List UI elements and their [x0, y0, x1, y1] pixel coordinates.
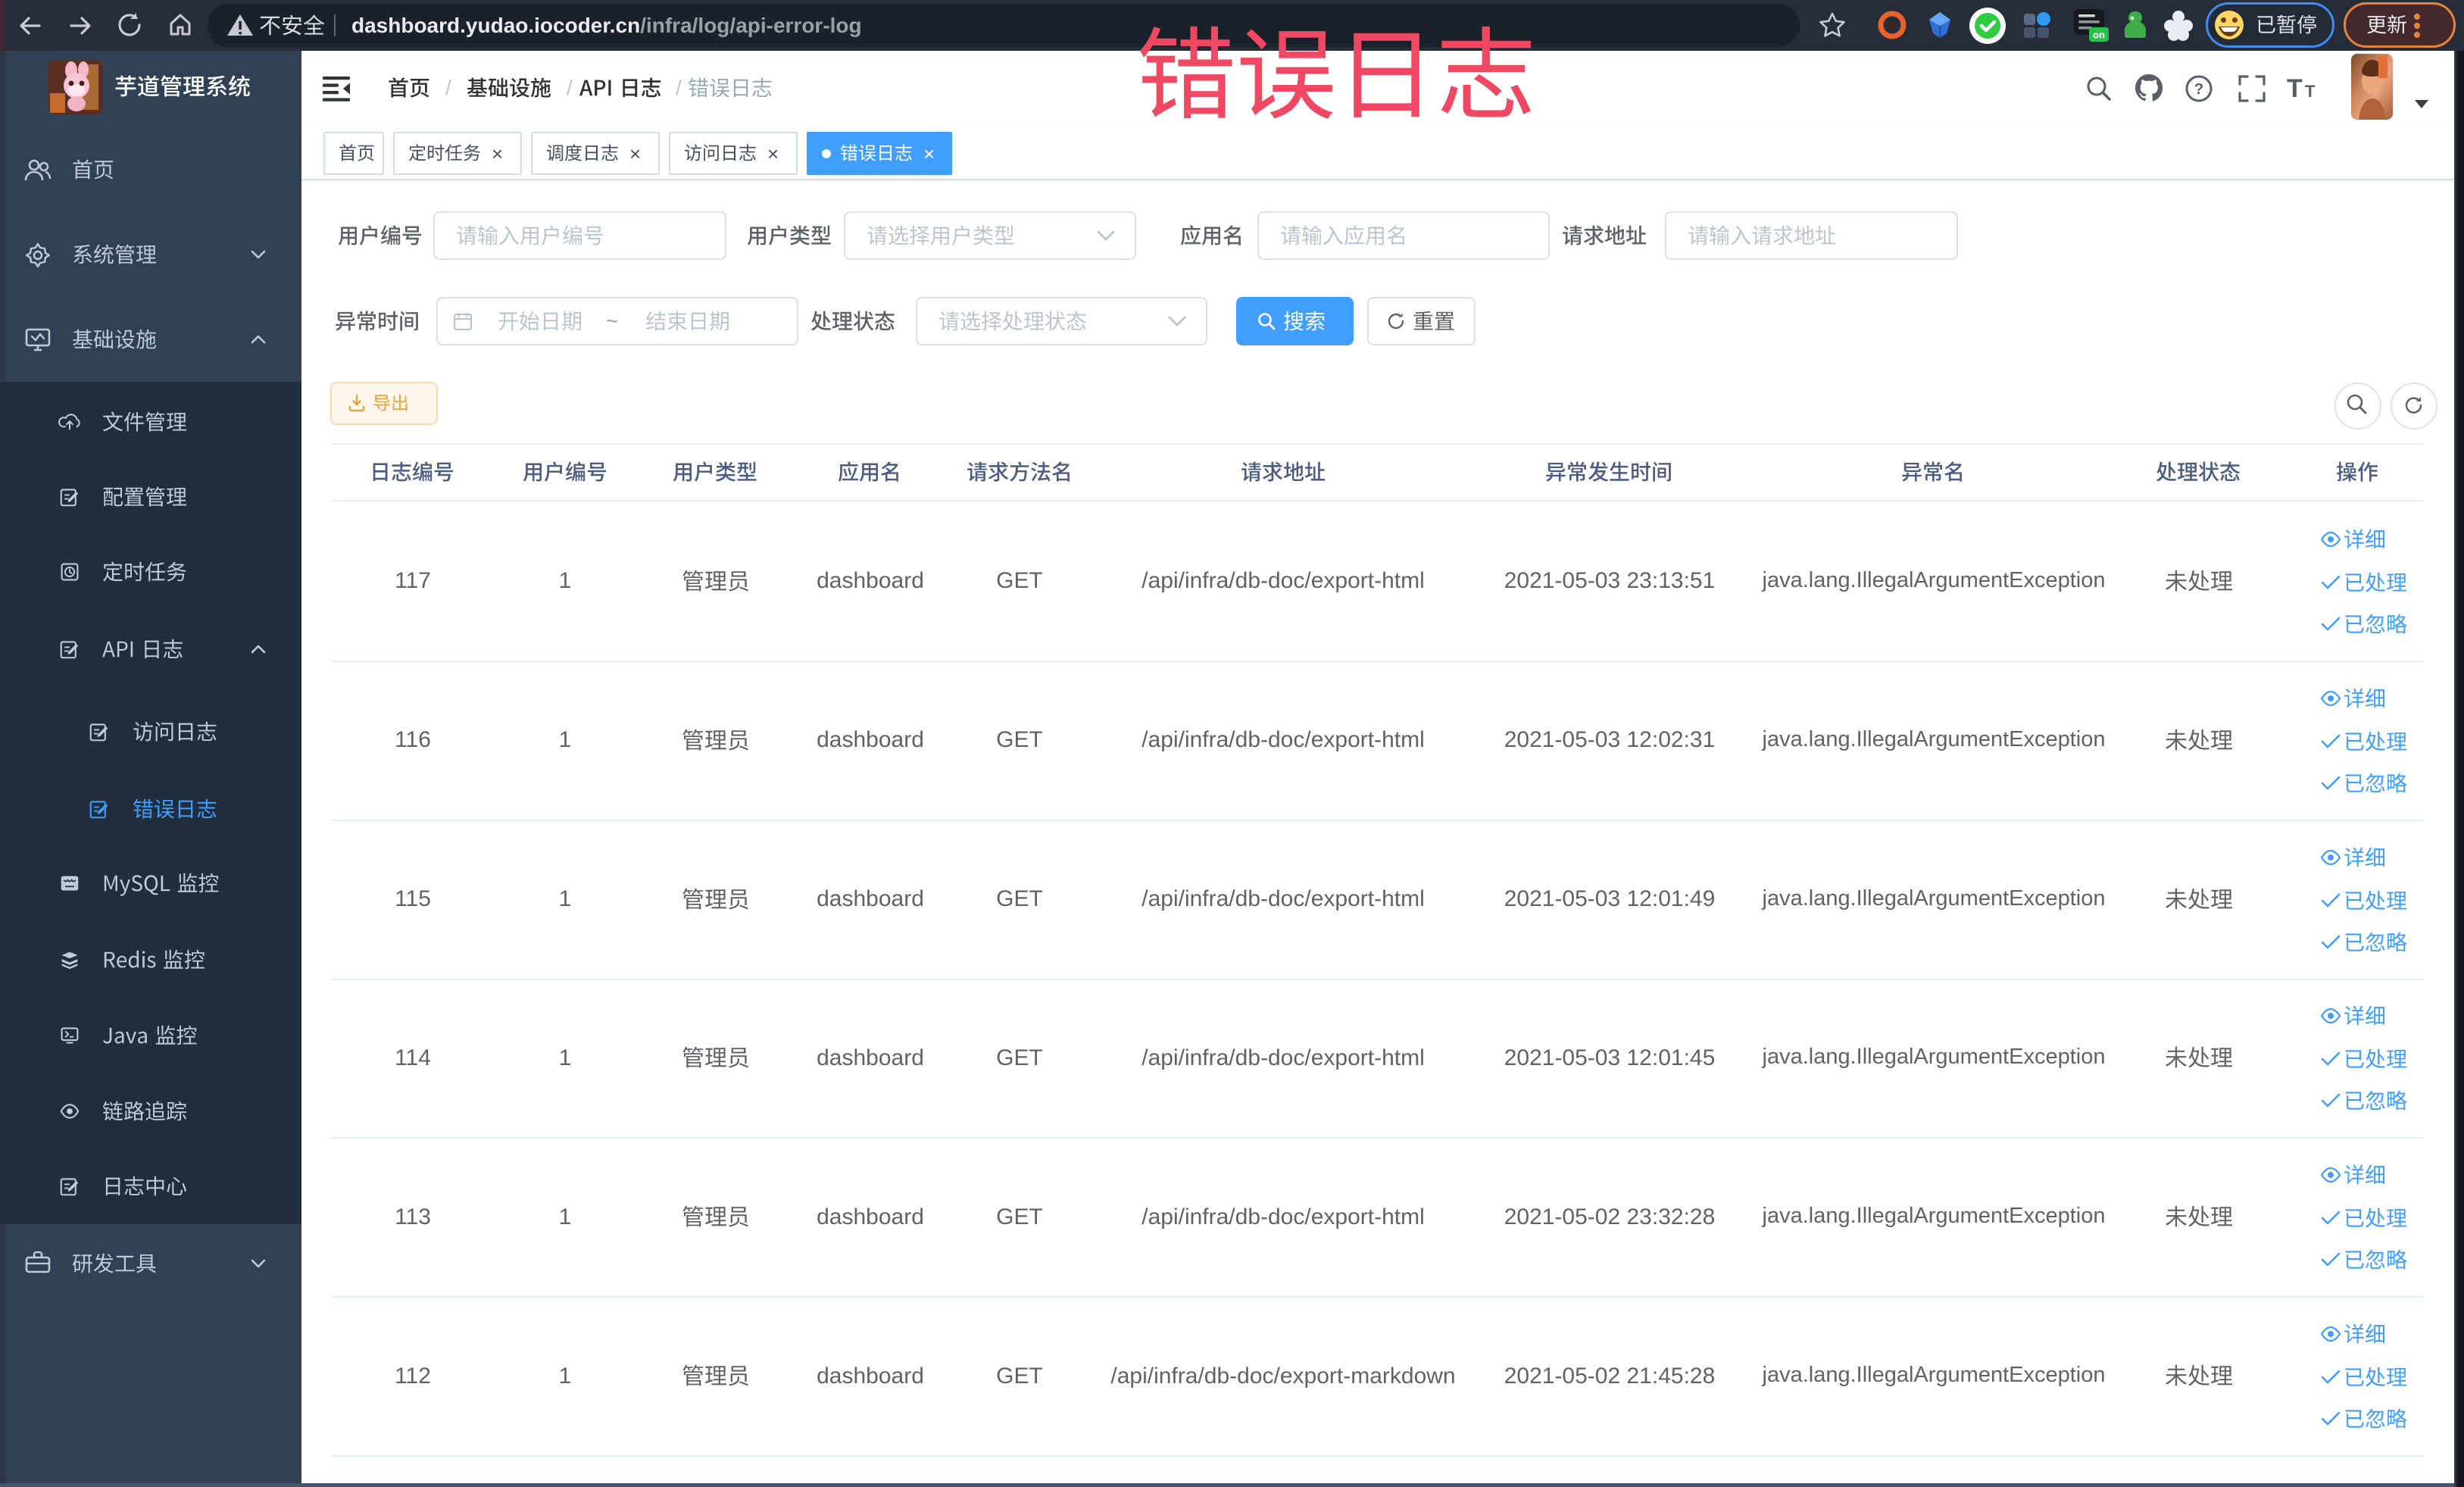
svg-text:T: T [2305, 82, 2316, 101]
svg-text:T: T [2287, 74, 2303, 103]
svg-text:on: on [2093, 30, 2105, 41]
svg-text:?: ? [2194, 81, 2203, 98]
